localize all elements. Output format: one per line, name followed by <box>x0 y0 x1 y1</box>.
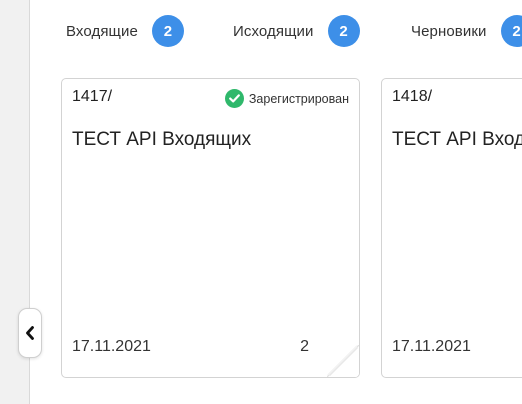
chevron-left-icon <box>25 326 35 340</box>
app-root: Входящие 2 Исходящии 2 Черновики 2 1417/… <box>0 0 522 404</box>
tab-count-badge: 2 <box>500 15 522 47</box>
tab-count-badge: 2 <box>327 15 360 47</box>
document-title: ТЕСТ API Входящих <box>72 129 252 150</box>
tab-label: Исходящии <box>233 22 314 40</box>
document-card[interactable]: 1417/ Зарегистрирован ТЕСТ API Входящих … <box>61 78 360 378</box>
document-number: 1418/ <box>392 88 433 105</box>
tab-incoming[interactable]: Входящие 2 <box>66 15 184 47</box>
tab-label: Входящие <box>66 22 138 40</box>
status-badge: Зарегистрирован <box>224 89 349 108</box>
tab-outgoing[interactable]: Исходящии 2 <box>233 15 360 47</box>
page-fold-icon <box>326 344 359 377</box>
document-date: 17.11.2021 <box>72 338 151 355</box>
collapse-sidebar-button[interactable] <box>18 308 42 358</box>
check-circle-icon <box>224 89 244 108</box>
document-card[interactable]: 1418/ ТЕСТ API Входящих 17.11.2021 <box>381 78 522 378</box>
status-text: Зарегистрирован <box>248 91 349 106</box>
document-tabs: Входящие 2 Исходящии 2 Черновики 2 <box>0 0 522 62</box>
document-title: ТЕСТ API Входящих <box>392 129 522 150</box>
page-count: 2 <box>300 338 309 355</box>
tab-drafts[interactable]: Черновики 2 <box>411 15 522 47</box>
tab-count-badge: 2 <box>151 15 184 47</box>
document-number: 1417/ <box>72 88 113 105</box>
document-date: 17.11.2021 <box>392 338 471 355</box>
tab-label: Черновики <box>411 22 487 40</box>
